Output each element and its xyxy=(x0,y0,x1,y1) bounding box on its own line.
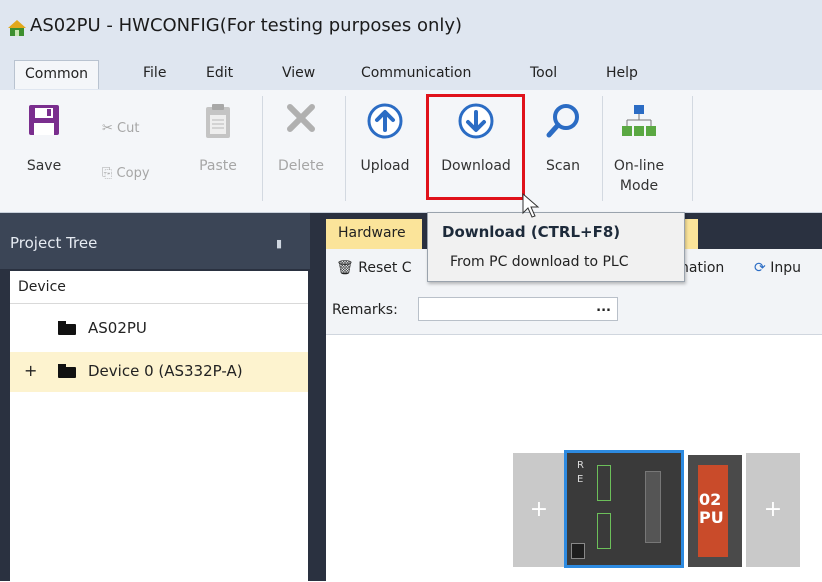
copy-label: Copy xyxy=(116,166,150,181)
paste-label: Paste xyxy=(199,158,237,174)
menu-file[interactable]: File xyxy=(143,65,166,81)
menu-communication[interactable]: Communication xyxy=(361,65,471,81)
folder-icon xyxy=(58,321,76,335)
cpu-connector xyxy=(571,543,585,559)
led-label-e: E xyxy=(577,474,584,485)
menu-tool[interactable]: Tool xyxy=(530,65,557,81)
input-button[interactable]: ⟳ Inpu xyxy=(754,260,801,276)
cut-button[interactable]: ✂ Cut xyxy=(102,121,139,136)
tree-item-device-0[interactable]: + Device 0 (AS332P-A) xyxy=(10,352,308,392)
remarks-more-button[interactable]: ... xyxy=(596,300,611,315)
cpu-module[interactable]: R E xyxy=(564,450,684,568)
tab-hardware-label: Hardware xyxy=(338,225,406,241)
scan-label: Scan xyxy=(545,158,581,174)
copy-icon: ⎘ xyxy=(102,166,113,181)
remarks-row: Remarks: ... xyxy=(326,289,822,329)
upload-arrow-icon xyxy=(367,103,403,139)
refresh-icon: ⟳ xyxy=(754,260,766,276)
save-button[interactable]: Save xyxy=(12,90,76,212)
pin-icon[interactable]: ▮ xyxy=(276,237,282,250)
project-tree-title: Project Tree xyxy=(10,234,98,252)
empty-slot-right[interactable]: + xyxy=(746,453,800,567)
tooltip-title: Download (CTRL+F8) xyxy=(442,223,621,241)
download-tooltip: Download (CTRL+F8) From PC download to P… xyxy=(427,212,685,282)
menu-help[interactable]: Help xyxy=(606,65,638,81)
add-slot-plus-icon: + xyxy=(763,497,783,522)
cut-label: Cut xyxy=(117,121,140,136)
input-label: Inpu xyxy=(770,260,801,276)
online-label-line2: Mode xyxy=(619,178,659,194)
module-label-bottom: PU xyxy=(699,508,724,527)
network-icon xyxy=(622,105,656,136)
app-icon xyxy=(8,20,26,36)
copy-button[interactable]: ⎘ Copy xyxy=(102,166,150,181)
mouse-cursor-icon xyxy=(522,193,540,218)
delete-x-icon xyxy=(287,104,315,132)
remarks-field[interactable]: ... xyxy=(418,297,618,321)
online-label-line1: On-line xyxy=(613,158,665,174)
empty-slot-left[interactable]: + xyxy=(513,453,565,567)
tree-column-header: Device xyxy=(10,271,308,304)
save-icon xyxy=(29,105,59,135)
online-mode-label: On-line Mode xyxy=(606,156,672,196)
editor-content: 🗑 Reset C nation ⟳ Inpu Remarks: ... + R… xyxy=(326,249,822,582)
ribbon-separator xyxy=(262,96,263,201)
menu-view[interactable]: View xyxy=(282,65,315,81)
save-label: Save xyxy=(26,158,62,174)
tooltip-description: From PC download to PLC xyxy=(450,254,629,270)
ribbon-toolbar: Save ✂ Cut ⎘ Copy Paste Delete Upload Do… xyxy=(0,90,822,213)
tree-item-as02pu[interactable]: AS02PU xyxy=(10,309,308,349)
cpu-port-bottom xyxy=(597,513,611,549)
tree-item-label: AS02PU xyxy=(88,319,147,337)
menu-edit[interactable]: Edit xyxy=(206,65,233,81)
scissors-icon: ✂ xyxy=(102,121,113,136)
ribbon-separator xyxy=(602,96,603,201)
paste-button[interactable]: Paste xyxy=(190,90,246,212)
hardware-canvas[interactable]: + R E 02 PU + xyxy=(326,334,822,582)
upload-button[interactable]: Upload xyxy=(352,90,418,212)
remarks-label: Remarks: xyxy=(332,302,398,318)
reset-button[interactable]: 🗑 Reset C xyxy=(336,260,412,276)
magnifier-icon xyxy=(546,104,579,138)
module-label: 02 PU xyxy=(699,491,724,527)
cpu-port-top xyxy=(597,465,611,501)
cpu-terminal-block xyxy=(645,471,661,543)
download-highlight-frame xyxy=(426,94,525,200)
menu-bar: Common File Edit View Communication Tool… xyxy=(0,58,822,90)
folder-icon xyxy=(58,364,76,378)
menu-common[interactable]: Common xyxy=(14,60,100,89)
information-button[interactable]: nation xyxy=(680,260,724,276)
tab-hardware[interactable]: Hardware xyxy=(326,219,422,249)
ribbon-separator xyxy=(345,96,346,201)
cpu-led-labels: R E xyxy=(577,459,584,487)
title-bar: AS02PU - HWCONFIG(For testing purposes o… xyxy=(0,0,822,58)
delete-button[interactable]: Delete xyxy=(268,90,334,212)
tree-item-label: Device 0 (AS332P-A) xyxy=(88,362,243,380)
module-label-top: 02 xyxy=(699,490,722,509)
ribbon-separator xyxy=(692,96,693,201)
add-slot-plus-icon: + xyxy=(529,497,549,522)
project-tree-panel: Device AS02PU + Device 0 (AS332P-A) xyxy=(10,271,308,581)
window-title: AS02PU - HWCONFIG(For testing purposes o… xyxy=(30,15,463,36)
led-label-r: R xyxy=(577,460,584,471)
upload-label: Upload xyxy=(360,158,410,174)
delete-label: Delete xyxy=(278,158,324,174)
online-mode-button[interactable]: On-line Mode xyxy=(606,90,672,212)
tree-header-label: Device xyxy=(18,279,66,295)
as02pu-module[interactable]: 02 PU xyxy=(688,455,742,567)
trash-icon: 🗑 xyxy=(336,260,354,276)
reset-label: Reset C xyxy=(358,260,412,276)
expand-plus-icon[interactable]: + xyxy=(24,361,37,380)
clipboard-icon xyxy=(206,104,230,138)
scan-button[interactable]: Scan xyxy=(532,90,594,212)
